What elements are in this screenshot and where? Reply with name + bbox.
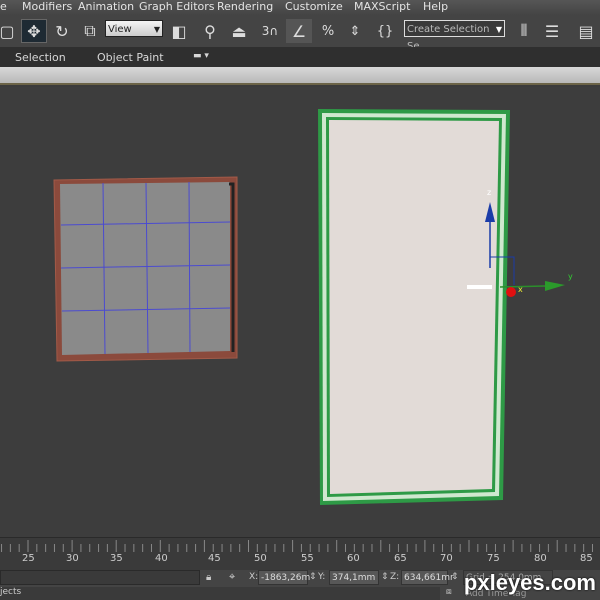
viewport-scene: z y x [53, 109, 573, 505]
ruler-ticks [1, 540, 593, 552]
tick-label: 45 [208, 553, 221, 564]
manipulate-icon[interactable]: ⚲ [198, 19, 222, 43]
snap-toggle-icon[interactable]: 3 ∩ [258, 19, 282, 43]
layer-manager-icon[interactable]: ▤ [574, 19, 598, 43]
x-spinner[interactable]: ⇕ [309, 572, 317, 582]
prompt-line: jects [0, 587, 440, 600]
tick-label: 35 [110, 553, 123, 564]
time-tag-icon[interactable]: ⧈ [446, 587, 452, 597]
spinner-snap-icon[interactable]: ⇕ [343, 19, 367, 43]
menu-animation[interactable]: Animation [78, 0, 134, 14]
tick-label: 85 [580, 553, 593, 564]
move-icon[interactable]: ✥ [21, 19, 47, 43]
window-object[interactable] [53, 176, 238, 362]
tick-label: 65 [394, 553, 407, 564]
scale-icon[interactable]: ⧉ [78, 19, 102, 43]
select-region-icon[interactable]: ▢ [0, 19, 15, 43]
timeline-ruler[interactable]: 25 30 35 40 45 50 55 60 65 70 75 80 85 [0, 537, 600, 570]
y-label: Y: [318, 572, 326, 582]
tick-label: 55 [301, 553, 314, 564]
z-spinner[interactable]: ⇕ [451, 572, 459, 582]
tick-label: 60 [347, 553, 360, 564]
gizmo-x-label: x [518, 285, 523, 294]
absolute-mode-icon[interactable]: ⌖ [229, 570, 235, 584]
align-icon[interactable]: ☰ [540, 19, 564, 43]
keyboard-shortcut-icon[interactable]: ⏏ [227, 19, 251, 43]
rotate-icon[interactable]: ↻ [50, 19, 74, 43]
tick-label: 25 [22, 553, 35, 564]
chevron-down-icon: ▼ [153, 25, 160, 34]
gizmo-z-label: z [487, 188, 491, 197]
tick-label: 30 [66, 553, 79, 564]
tick-label: 75 [487, 553, 500, 564]
tick-label: 50 [254, 553, 267, 564]
menu-help[interactable]: Help [423, 0, 448, 14]
viewport-perspective[interactable]: z y x [0, 87, 600, 537]
menu-graph-editors[interactable]: Graph Editors [139, 0, 215, 14]
main-toolbar: ▢ ✥ ↻ ⧉ View ▼ ◧ ⚲ ⏏ 3 ∩ ∠ % ⇕ {} Create S… [0, 15, 600, 52]
y-spinner[interactable]: ⇕ [381, 572, 389, 582]
edit-named-selection-icon[interactable]: {} [372, 19, 398, 43]
ribbon-options-icon[interactable]: ▬ ▾ [193, 51, 209, 61]
menu-create[interactable]: e [0, 0, 7, 14]
watermark: pxleyes.com [463, 570, 596, 595]
menu-maxscript[interactable]: MAXScript [354, 0, 410, 14]
z-coordinate-field[interactable]: 634,661mr [401, 570, 454, 585]
pivot-center-icon[interactable]: ◧ [167, 19, 191, 43]
reference-coordinate-dropdown[interactable]: View ▼ [105, 20, 163, 37]
mirror-icon[interactable]: ⫴ [512, 19, 536, 43]
tab-object-paint[interactable]: Object Paint [97, 51, 164, 64]
tick-label: 80 [534, 553, 547, 564]
x-label: X: [249, 572, 259, 582]
named-selection-set-dropdown[interactable]: Create Selection Se▼ [404, 20, 505, 52]
lock-icon[interactable]: 🔒︎ [206, 572, 211, 583]
tick-label: 70 [440, 553, 453, 564]
menu-bar: e Modifiers Animation Graph Editors Rend… [0, 0, 600, 15]
percent-snap-icon[interactable]: % [316, 19, 340, 43]
gizmo-y-label: y [568, 272, 573, 281]
y-coordinate-field[interactable]: 374,1mm [329, 570, 379, 585]
ribbon-panel [0, 67, 600, 85]
x-coordinate-field[interactable]: -1863,26m [258, 570, 310, 585]
maxscript-listener[interactable] [0, 570, 200, 585]
door-object[interactable] [318, 109, 510, 505]
menu-customize[interactable]: Customize [285, 0, 343, 14]
menu-rendering[interactable]: Rendering [217, 0, 273, 14]
angle-snap-icon[interactable]: ∠ [286, 19, 312, 43]
tick-label: 40 [155, 553, 168, 564]
z-label: Z: [390, 572, 400, 582]
chevron-down-icon: ▼ [495, 25, 502, 34]
ribbon-tabs: Selection Object Paint ▬ ▾ [0, 47, 600, 67]
menu-modifiers[interactable]: Modifiers [22, 0, 72, 14]
tab-selection[interactable]: Selection [15, 51, 66, 64]
